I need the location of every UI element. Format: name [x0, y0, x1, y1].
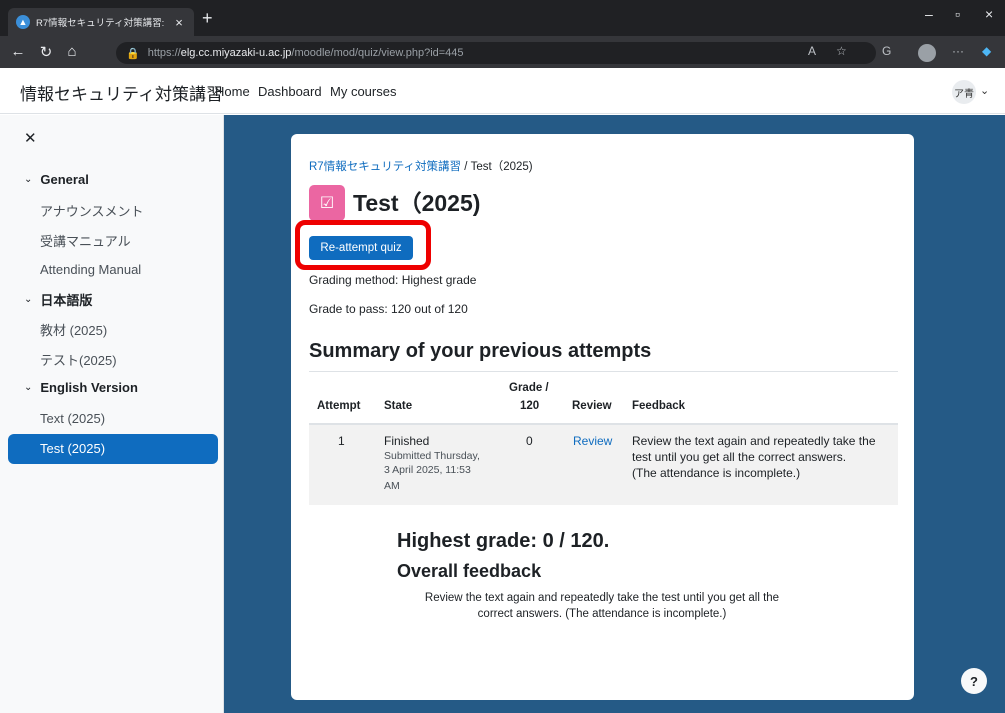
chevron-down-icon: ⌄: [24, 294, 33, 305]
col-header-grade: Grade /: [509, 382, 549, 394]
new-tab-icon[interactable]: +: [202, 8, 213, 29]
help-button[interactable]: ?: [961, 668, 987, 694]
col-header-review: Review: [572, 400, 612, 412]
drawer-item-announcements[interactable]: アナウンスメント: [40, 201, 143, 220]
drawer-item-attending-manual[interactable]: Attending Manual: [40, 262, 141, 277]
col-header-state: State: [384, 400, 413, 412]
drawer-close-icon[interactable]: ✕: [24, 129, 37, 147]
back-icon[interactable]: ←: [8, 43, 28, 60]
lock-icon: 🔒: [126, 47, 140, 60]
browser-tab[interactable]: ▲ R7情報セキュリティ対策講習: Test（ ×: [8, 8, 194, 36]
drawer-item-test-jp[interactable]: テスト(2025): [40, 350, 117, 369]
grading-method: Grading method: Highest grade: [309, 273, 477, 287]
section-english[interactable]: ⌄ English Version: [24, 380, 138, 395]
copilot-icon[interactable]: ◆: [982, 44, 991, 58]
nav-my-courses[interactable]: My courses: [330, 84, 396, 99]
breadcrumb-current: Test（2025): [470, 161, 533, 173]
home-icon[interactable]: ⌂: [62, 43, 82, 60]
table-top-border: [309, 371, 898, 372]
cell-grade: 0: [526, 434, 533, 448]
user-avatar[interactable]: ア青: [952, 80, 976, 104]
reload-icon[interactable]: ↻: [36, 43, 56, 61]
cell-attempt: 1: [338, 434, 345, 448]
drawer-item-text-en[interactable]: Text (2025): [40, 411, 105, 426]
extension-icon[interactable]: G: [882, 44, 891, 58]
cell-feedback-1: Review the text again and repeatedly tak…: [632, 434, 876, 448]
more-menu-icon[interactable]: ···: [952, 44, 964, 58]
address-bar[interactable]: 🔒 https://elg.cc.miyazaki-u.ac.jp/moodle…: [116, 42, 876, 64]
drawer-item-test-en-active[interactable]: Test (2025): [8, 434, 218, 464]
cell-submitted-3: AM: [384, 480, 400, 492]
read-aloud-icon[interactable]: A: [808, 44, 816, 58]
nav-dashboard[interactable]: Dashboard: [258, 84, 322, 99]
cell-submitted-2: 3 April 2025, 11:53: [384, 464, 471, 476]
overall-feedback-heading: Overall feedback: [397, 561, 542, 581]
maximize-icon[interactable]: ▫: [955, 6, 960, 22]
user-menu-chevron-icon[interactable]: ⌄: [980, 84, 989, 97]
chevron-down-icon: ⌄: [24, 382, 33, 393]
quiz-icon: ☑: [309, 185, 345, 221]
cell-feedback-2: test until you get all the correct answe…: [632, 450, 847, 464]
minimize-icon[interactable]: –: [925, 6, 933, 22]
breadcrumb-course-link[interactable]: R7情報セキュリティ対策講習: [309, 161, 461, 173]
col-header-grade-max: 120: [520, 400, 540, 412]
drawer-item-manual-jp[interactable]: 受講マニュアル: [40, 231, 131, 250]
breadcrumb: R7情報セキュリティ対策講習 / Test（2025): [309, 161, 533, 173]
page-title: Test（2025): [353, 190, 481, 216]
window-close-icon[interactable]: ×: [985, 6, 993, 22]
section-general[interactable]: ⌄ General: [24, 172, 89, 187]
cell-feedback-3: (The attendance is incomplete.): [632, 466, 801, 480]
cell-state: Finished: [384, 434, 430, 448]
section-japanese[interactable]: ⌄ 日本語版: [24, 290, 92, 309]
chevron-down-icon: ⌄: [24, 174, 33, 185]
nav-home[interactable]: Home: [215, 84, 250, 99]
highest-grade: Highest grade: 0 / 120.: [397, 530, 610, 552]
cell-submitted-1: Submitted Thursday,: [384, 450, 480, 462]
col-header-feedback: Feedback: [632, 400, 686, 412]
site-favicon-icon: ▲: [16, 15, 30, 29]
overall-feedback-text: Review the text again and repeatedly tak…: [424, 592, 780, 620]
site-brand[interactable]: 情報セキュリティ対策講習: [20, 80, 223, 105]
tab-close-icon[interactable]: ×: [172, 15, 186, 30]
drawer-item-material-jp[interactable]: 教材 (2025): [40, 320, 107, 339]
browser-profile-avatar[interactable]: [918, 44, 936, 62]
grade-to-pass: Grade to pass: 120 out of 120: [309, 302, 468, 316]
annotation-highlight-box: [295, 220, 431, 270]
favorite-star-icon[interactable]: ☆: [836, 44, 847, 58]
url-text: https://elg.cc.miyazaki-u.ac.jp/moodle/m…: [147, 47, 464, 59]
review-link[interactable]: Review: [573, 434, 612, 449]
summary-heading: Summary of your previous attempts: [309, 340, 652, 362]
col-header-attempt: Attempt: [317, 400, 361, 412]
tab-title: R7情報セキュリティ対策講習: Test（: [36, 18, 166, 29]
